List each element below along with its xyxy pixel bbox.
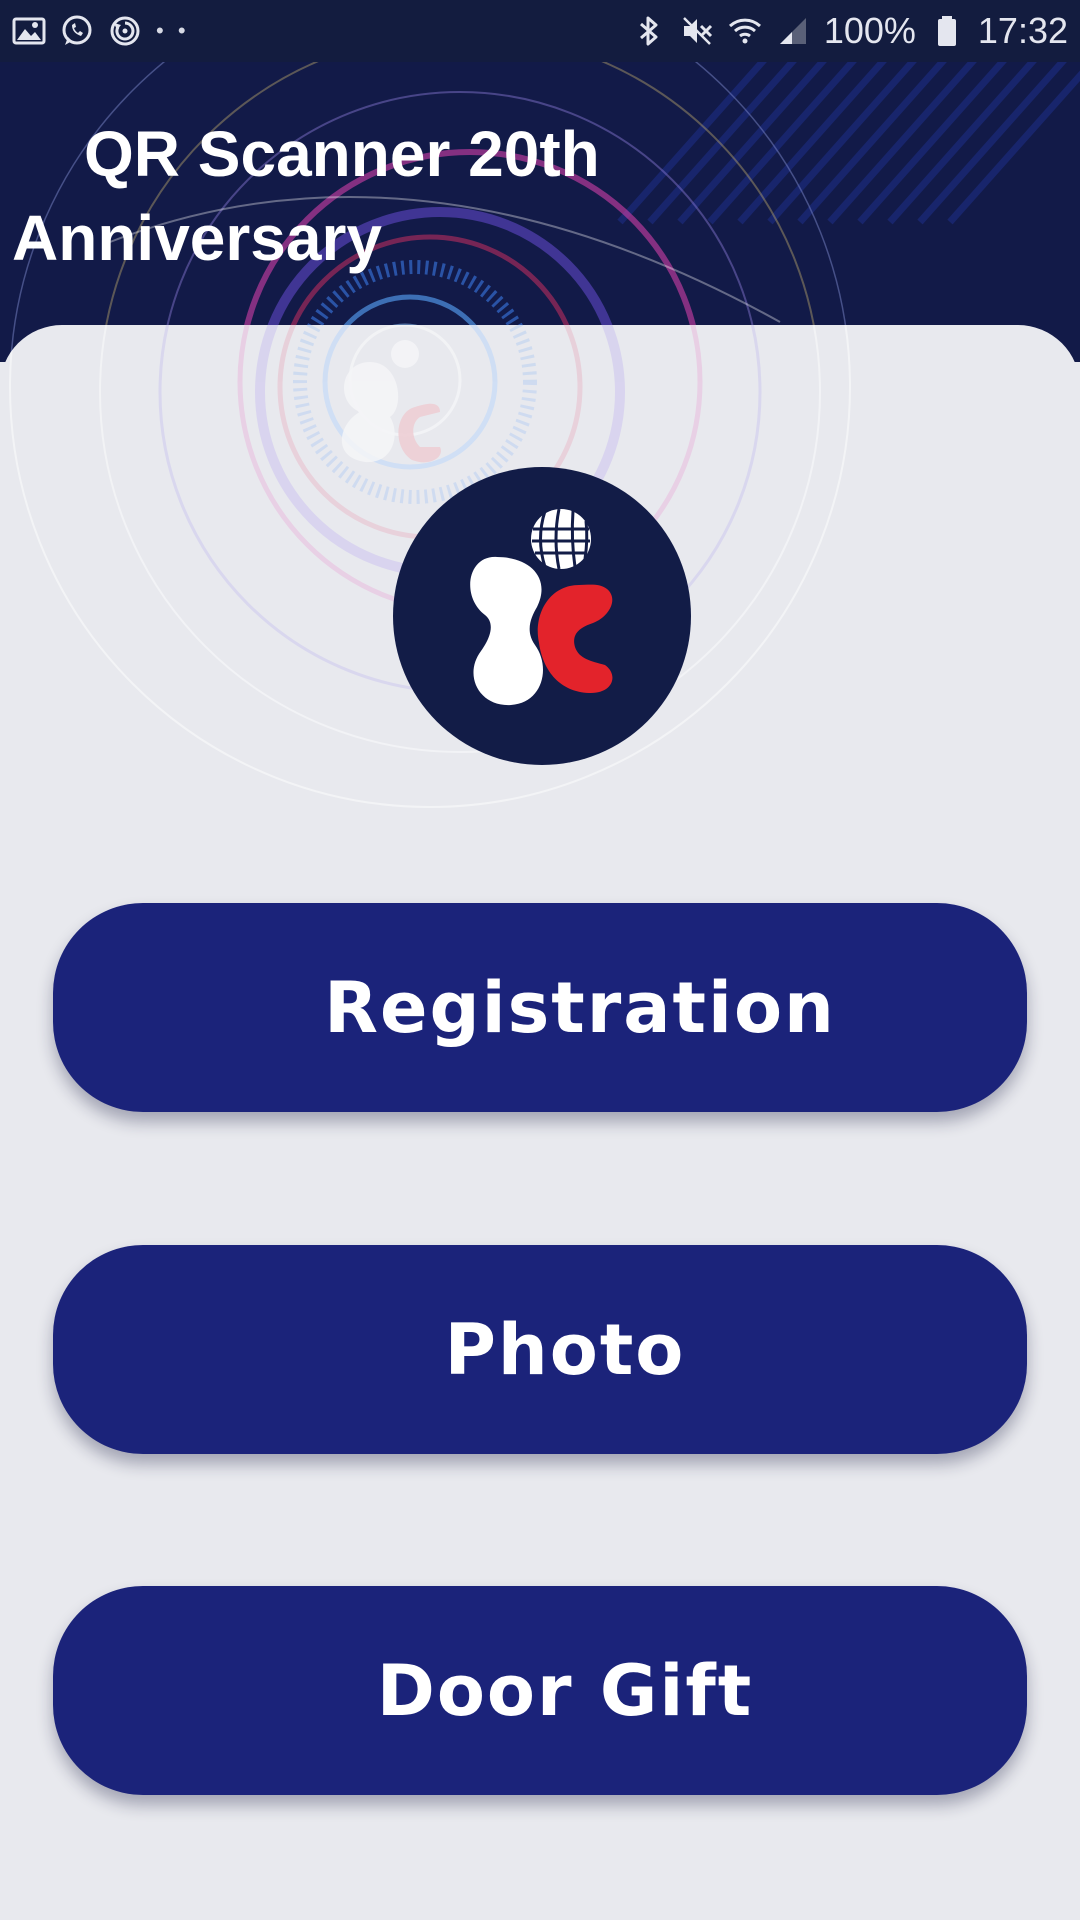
door-gift-button[interactable]: Door Gift	[53, 1586, 1027, 1795]
status-bar: • • 100% 17:32	[0, 0, 1080, 62]
bluetooth-icon	[632, 14, 666, 48]
photo-button[interactable]: Photo	[53, 1245, 1027, 1454]
gallery-icon	[12, 14, 46, 48]
logo-globe-icon	[531, 508, 591, 570]
wifi-icon	[728, 14, 762, 48]
logo-red-shape	[537, 584, 613, 694]
mute-icon	[680, 14, 714, 48]
battery-percent: 100%	[823, 10, 916, 51]
clock: 17:32	[977, 10, 1068, 51]
photo-button-label: Photo	[444, 1308, 686, 1391]
status-bar-left: • •	[12, 14, 190, 48]
registration-button[interactable]: Registration	[53, 903, 1027, 1112]
registration-button-label: Registration	[324, 966, 836, 1049]
door-gift-button-label: Door Gift	[376, 1649, 754, 1732]
company-logo	[393, 467, 691, 765]
main-panel: Registration Photo Door Gift	[0, 325, 1080, 1920]
logo-white-shape	[470, 556, 543, 706]
more-notifications-indicator: • •	[156, 18, 190, 43]
signal-icon	[776, 14, 810, 48]
battery-icon	[930, 14, 964, 48]
status-bar-right: 100% 17:32	[632, 10, 1068, 52]
sync-icon	[108, 14, 142, 48]
panel-background-art	[9, 325, 851, 808]
app-header: QR Scanner 20th Anniversary	[0, 62, 1080, 362]
page-title: QR Scanner 20th Anniversary	[12, 118, 600, 274]
whatsapp-icon	[60, 14, 94, 48]
